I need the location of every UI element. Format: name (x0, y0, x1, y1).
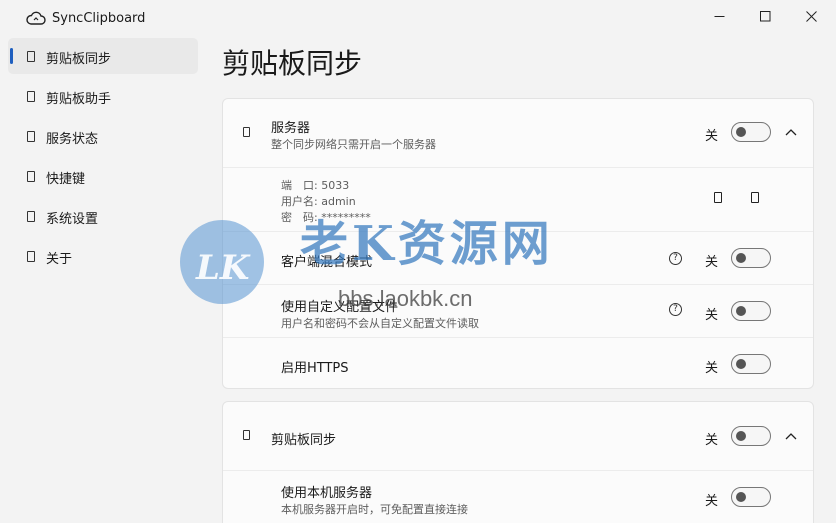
nav-item-icon (27, 51, 35, 62)
sidebar-item-label: 关于 (46, 252, 73, 267)
custom-config-toggle[interactable] (731, 301, 771, 321)
sidebar-item-clipboard-sync[interactable]: 剪贴板同步 (8, 38, 198, 74)
option-description: 本机服务器开启时，可免配置直接连接 (281, 503, 468, 516)
toggle-state: 关 (705, 494, 719, 509)
toggle-knob (736, 306, 746, 316)
sidebar-item-service-status[interactable]: 服务状态 (8, 118, 198, 154)
server-title: 服务器 (271, 121, 311, 136)
server-info-row: 端 口: 5033 用户名: admin 密 码: ********* (223, 167, 813, 231)
server-toggle[interactable] (731, 122, 771, 142)
clipboard-sync-header-row[interactable]: 剪贴板同步 关 (223, 402, 813, 470)
nav-item-icon (27, 171, 35, 182)
chevron-up-icon[interactable] (785, 432, 797, 440)
maximize-icon (759, 10, 770, 21)
password-value: ********* (321, 211, 371, 224)
nav-item-icon (27, 251, 35, 262)
nav-item-icon (27, 211, 35, 222)
clipboard-sync-card: 剪贴板同步 关 使用本机服务器 本机服务器开启时，可免配置直接连接 关 (222, 401, 814, 523)
sidebar-item-label: 系统设置 (46, 212, 99, 227)
option-title: 启用HTTPS (281, 361, 349, 376)
server-icon (243, 127, 250, 137)
maximize-button[interactable] (742, 0, 788, 32)
minimize-button[interactable] (696, 0, 742, 32)
sidebar-item-about[interactable]: 关于 (8, 238, 198, 274)
help-icon[interactable]: ? (669, 303, 682, 316)
toggle-knob (736, 127, 746, 137)
option-title: 客户端混合模式 (281, 255, 373, 270)
sidebar-item-label: 快捷键 (46, 172, 86, 187)
nav-item-icon (27, 131, 35, 142)
sidebar: 剪贴板同步 剪贴板助手 服务状态 快捷键 系统设置 关于 (8, 38, 198, 278)
clipboard-sync-toggle-state: 关 (705, 433, 719, 448)
edit-icon[interactable] (751, 192, 759, 203)
port-label: 端 口: (281, 179, 318, 192)
username-value: admin (321, 195, 356, 208)
server-toggle-state: 关 (705, 129, 719, 144)
sidebar-item-system-settings[interactable]: 系统设置 (8, 198, 198, 234)
username-label: 用户名: (281, 195, 318, 208)
title-bar: SyncClipboard (0, 0, 836, 36)
port-info: 端 口: 5033 (281, 177, 349, 193)
client-mixed-toggle[interactable] (731, 248, 771, 268)
sidebar-item-hotkeys[interactable]: 快捷键 (8, 158, 198, 194)
toggle-knob (736, 492, 746, 502)
toggle-state: 关 (705, 308, 719, 323)
https-toggle[interactable] (731, 354, 771, 374)
password-info: 密 码: ********* (281, 209, 371, 225)
option-description: 用户名和密码不会从自定义配置文件读取 (281, 317, 479, 330)
toggle-state: 关 (705, 361, 719, 376)
sidebar-item-label: 剪贴板助手 (46, 92, 112, 107)
port-value: 5033 (321, 179, 350, 192)
minimize-icon (714, 15, 724, 17)
option-row-https: 启用HTTPS 关 (223, 337, 813, 389)
clipboard-sync-toggle[interactable] (731, 426, 771, 446)
option-title: 使用自定义配置文件 (281, 300, 399, 315)
server-header-row[interactable]: 服务器 整个同步网络只需开启一个服务器 关 (223, 99, 813, 167)
close-icon (805, 10, 817, 22)
username-info: 用户名: admin (281, 193, 356, 209)
help-icon[interactable]: ? (669, 252, 682, 265)
toggle-state: 关 (705, 255, 719, 270)
nav-item-icon (27, 91, 35, 102)
option-row-client-mixed: 客户端混合模式 ? 关 (223, 231, 813, 284)
option-row-local-server: 使用本机服务器 本机服务器开启时，可免配置直接连接 关 (223, 470, 813, 523)
page-title: 剪贴板同步 (222, 47, 363, 80)
option-row-custom-config: 使用自定义配置文件 用户名和密码不会从自定义配置文件读取 ? 关 (223, 284, 813, 337)
server-subtitle: 整个同步网络只需开启一个服务器 (271, 138, 436, 151)
close-button[interactable] (788, 0, 834, 32)
cloud-sync-icon (26, 11, 46, 25)
toggle-knob (736, 359, 746, 369)
app-title: SyncClipboard (52, 11, 146, 26)
chevron-up-icon[interactable] (785, 128, 797, 136)
sidebar-item-label: 服务状态 (46, 132, 99, 147)
password-label: 密 码: (281, 211, 318, 224)
server-card: 服务器 整个同步网络只需开启一个服务器 关 端 口: 5033 用户名: adm… (222, 98, 814, 389)
toggle-knob (736, 253, 746, 263)
clipboard-icon (243, 430, 250, 440)
sidebar-item-clipboard-assistant[interactable]: 剪贴板助手 (8, 78, 198, 114)
local-server-toggle[interactable] (731, 487, 771, 507)
copy-icon[interactable] (714, 192, 722, 203)
clipboard-sync-title: 剪贴板同步 (271, 433, 337, 448)
option-title: 使用本机服务器 (281, 486, 373, 501)
sidebar-item-label: 剪贴板同步 (46, 52, 112, 67)
toggle-knob (736, 431, 746, 441)
